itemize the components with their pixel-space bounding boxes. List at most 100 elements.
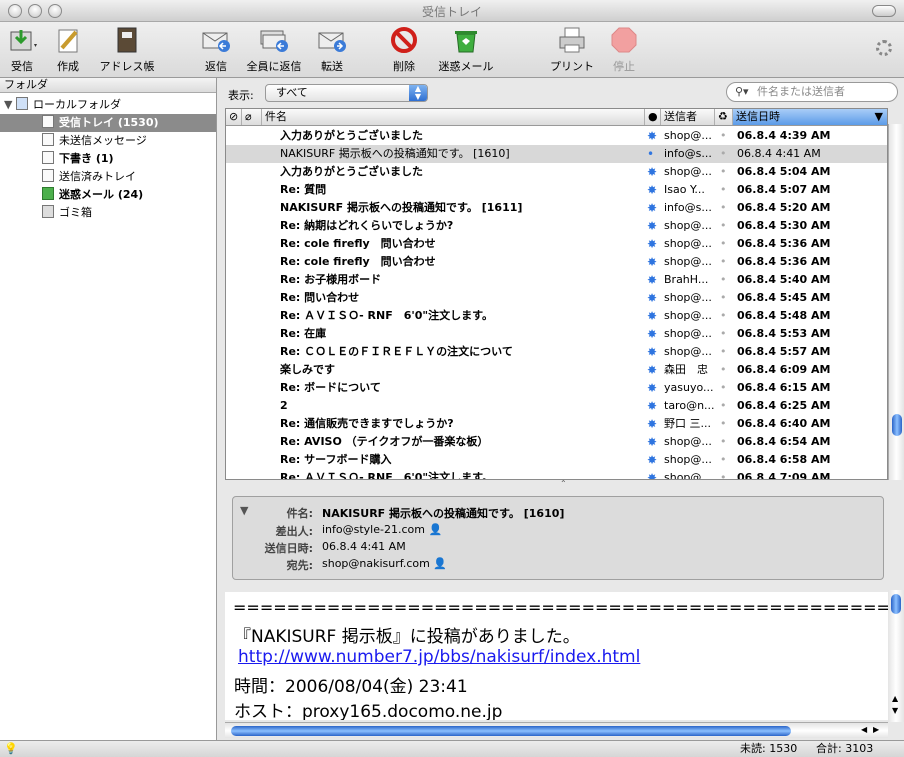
person-icon[interactable]: 👤 [433, 557, 447, 570]
search-input[interactable]: ⚲▾ 件名または送信者 [726, 82, 898, 102]
scroll-left-icon[interactable]: ◀ [861, 725, 867, 734]
compose-button[interactable]: 作成 [50, 26, 86, 74]
folder-item-sent[interactable]: 送信済みトレイ [42, 168, 136, 186]
folder-item-trash[interactable]: ゴミ箱 [42, 204, 92, 222]
unread-status-icon[interactable]: ✸ [647, 361, 659, 379]
to-value[interactable]: shop@nakisurf.com 👤 [322, 557, 447, 570]
thread-column-icon[interactable]: ⊘ [226, 109, 242, 125]
message-list-scrollbar[interactable] [888, 124, 904, 480]
unread-status-icon[interactable]: ✸ [647, 451, 659, 469]
body-scrollbar[interactable]: ▲ ▼ [888, 590, 904, 722]
folder-item-junk[interactable]: 迷惑メール (24) [42, 186, 143, 204]
junk-status-icon[interactable]: • [720, 469, 730, 479]
attachment-column-icon[interactable]: ⌀ [242, 109, 262, 125]
disclosure-triangle-icon[interactable]: ▼ [4, 98, 16, 111]
unread-status-icon[interactable]: ✸ [647, 217, 659, 235]
junk-status-icon[interactable]: • [720, 163, 730, 181]
table-row[interactable]: 入力ありがとうございました ✸ shop@... • 06.8.4 5:04 AM [226, 163, 887, 181]
view-filter-select[interactable]: すべて ▲ ▼ [265, 84, 428, 102]
junk-status-icon[interactable]: • [720, 433, 730, 451]
junk-status-icon[interactable]: • [720, 307, 730, 325]
junk-status-icon[interactable]: • [720, 271, 730, 289]
junk-status-icon[interactable]: • [720, 127, 730, 145]
table-row[interactable]: Re: cole firefly 問い合わせ ✸ shop@... • 06.8.4 5… [226, 253, 887, 271]
table-row[interactable]: Re: 納期はどれくらいでしょうか? ✸ shop@... • 06.8.4 5:30 … [226, 217, 887, 235]
unread-status-icon[interactable]: ✸ [647, 127, 659, 145]
junk-status-icon[interactable]: • [720, 415, 730, 433]
table-row[interactable]: Re: AVISO （テイクオフが一番楽な板） ✸ shop@... • 06.8.4 … [226, 433, 887, 451]
addressbook-button[interactable]: アドレス帳 [96, 26, 158, 74]
table-row[interactable]: Re: サーフボード購入 ✸ shop@... • 06.8.4 6:58 AM [226, 451, 887, 469]
unread-status-icon[interactable]: ✸ [647, 433, 659, 451]
unread-status-icon[interactable]: • [647, 145, 659, 163]
junk-status-icon[interactable]: • [720, 379, 730, 397]
table-row[interactable]: Re: ＡＶＩＳＯ- RNF 6'0"注文します。 ✸ shop@... • 06.8.… [226, 307, 887, 325]
unread-status-icon[interactable]: ✸ [647, 307, 659, 325]
folder-item-drafts[interactable]: 下書き (1) [42, 150, 114, 168]
table-row[interactable]: Re: ボードについて ✸ yasuyo... • 06.8.4 6:15 AM [226, 379, 887, 397]
table-row[interactable]: Re: 問い合わせ ✸ shop@... • 06.8.4 5:45 AM [226, 289, 887, 307]
scroll-down-icon[interactable]: ▼ [892, 706, 898, 715]
junk-status-icon[interactable]: • [720, 397, 730, 415]
table-row[interactable]: 入力ありがとうございました ✸ shop@... • 06.8.4 4:39 AM [226, 127, 887, 145]
junk-status-icon[interactable]: • [720, 343, 730, 361]
table-row[interactable]: 楽しみです ✸ 森田 忠 • 06.8.4 6:09 AM [226, 361, 887, 379]
column-subject[interactable]: 件名 [262, 109, 645, 125]
scroll-right-icon[interactable]: ▶ [873, 725, 879, 734]
table-row[interactable]: Re: ＡＶＩＳＯ- RNF 6'0"注文します。 ✸ shop@... • 06.8.… [226, 469, 887, 479]
junk-status-icon[interactable]: • [720, 361, 730, 379]
delete-button[interactable]: 削除 [386, 26, 422, 74]
junk-status-icon[interactable]: • [720, 181, 730, 199]
reply-button[interactable]: 返信 [198, 26, 234, 74]
junk-status-icon[interactable]: • [720, 253, 730, 271]
table-row[interactable]: Re: 質問 ✸ Isao Y... • 06.8.4 5:07 AM [226, 181, 887, 199]
pane-splitter[interactable]: ⌃ [218, 479, 904, 492]
scroll-thumb[interactable] [892, 414, 902, 436]
stop-button[interactable]: 停止 [606, 26, 642, 74]
junk-status-icon[interactable]: • [720, 217, 730, 235]
person-icon[interactable]: 👤 [428, 523, 442, 536]
table-row[interactable]: Re: 在庫 ✸ shop@... • 06.8.4 5:53 AM [226, 325, 887, 343]
folder-item-outbox[interactable]: 未送信メッセージ [42, 132, 147, 150]
unread-status-icon[interactable]: ✸ [647, 379, 659, 397]
column-from[interactable]: 送信者 [661, 109, 715, 125]
unread-status-icon[interactable]: ✸ [647, 163, 659, 181]
table-row[interactable]: NAKISURF 掲示板への投稿通知です。 [1611] ✸ info@s... • 0… [226, 199, 887, 217]
from-value[interactable]: info@style-21.com 👤 [322, 523, 442, 536]
table-row[interactable]: 2 ✸ taro@n... • 06.8.4 6:25 AM [226, 397, 887, 415]
table-row[interactable]: Re: cole firefly 問い合わせ ✸ shop@... • 06.8.4 5… [226, 235, 887, 253]
junk-status-icon[interactable]: • [720, 325, 730, 343]
junk-status-icon[interactable]: • [720, 199, 730, 217]
receive-button[interactable]: 受信 [4, 26, 40, 74]
scroll-thumb[interactable] [231, 726, 791, 736]
unread-status-icon[interactable]: ✸ [647, 235, 659, 253]
junk-button[interactable]: 迷惑メール [436, 26, 496, 74]
body-link[interactable]: http://www.number7.jp/bbs/nakisurf/index… [238, 647, 640, 667]
table-row[interactable]: Re: ＣＯＬＥのＦＩＲＥＦＬＹの注文について ✸ shop@... • 06.8.4 … [226, 343, 887, 361]
scroll-thumb[interactable] [891, 594, 901, 614]
unread-status-icon[interactable]: ✸ [647, 199, 659, 217]
folder-local[interactable]: ▼ ローカルフォルダ [4, 96, 214, 114]
junk-status-icon[interactable]: • [720, 451, 730, 469]
unread-status-icon[interactable]: ✸ [647, 343, 659, 361]
column-date[interactable]: 送信日時 ▼ [733, 109, 887, 125]
junk-status-icon[interactable]: • [720, 289, 730, 307]
unread-status-icon[interactable]: ✸ [647, 271, 659, 289]
unread-status-icon[interactable]: ✸ [647, 181, 659, 199]
scroll-up-icon[interactable]: ▲ [892, 694, 898, 703]
table-row[interactable]: Re: 通信販売できますでしょうか? ✸ 野口 三... • 06.8.4 6:40 A… [226, 415, 887, 433]
junk-status-icon[interactable]: • [720, 235, 730, 253]
forward-button[interactable]: 転送 [314, 26, 350, 74]
print-button[interactable]: プリント [546, 26, 598, 74]
table-row[interactable]: NAKISURF 掲示板への投稿通知です。 [1610] • info@s... • 0… [226, 145, 887, 163]
unread-status-icon[interactable]: ✸ [647, 397, 659, 415]
unread-status-icon[interactable]: ✸ [647, 253, 659, 271]
folder-item-inbox[interactable]: 受信トレイ (1530) [0, 114, 216, 132]
table-row[interactable]: Re: お子様用ボード ✸ BrahH... • 06.8.4 5:40 AM [226, 271, 887, 289]
reply-all-button[interactable]: 全員に返信 [244, 26, 304, 74]
unread-status-icon[interactable]: ✸ [647, 415, 659, 433]
unread-status-icon[interactable]: ✸ [647, 289, 659, 307]
toolbar-toggle-button[interactable] [872, 5, 896, 17]
unread-status-icon[interactable]: ✸ [647, 325, 659, 343]
unread-status-icon[interactable]: ✸ [647, 469, 659, 479]
